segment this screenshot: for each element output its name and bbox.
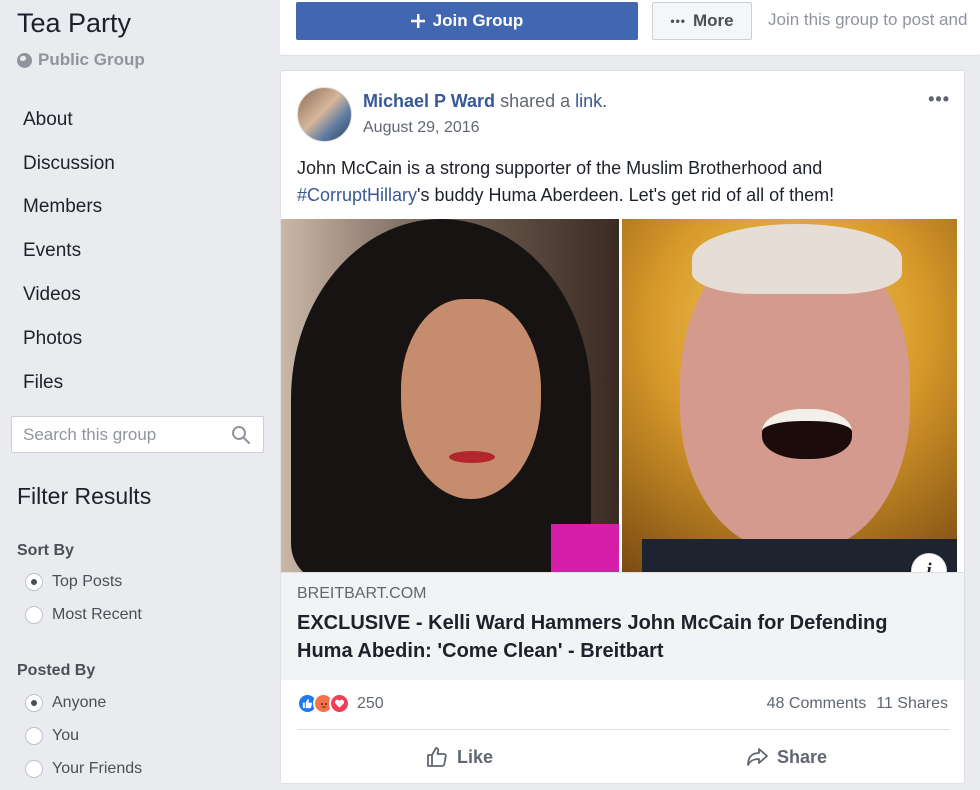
shared-link[interactable]: link. <box>575 91 607 111</box>
sidebar-item-discussion[interactable]: Discussion <box>23 142 115 186</box>
sidebar-item-members[interactable]: Members <box>23 186 115 230</box>
globe-icon <box>17 52 32 68</box>
divider <box>297 729 950 730</box>
more-label: More <box>692 11 734 30</box>
plus-icon <box>410 14 425 28</box>
group-title[interactable]: Tea Party <box>17 8 131 39</box>
group-sidebar: Tea Party Public Group About Discussion … <box>0 0 280 790</box>
join-group-button[interactable]: Join Group <box>296 2 638 40</box>
radio-unselected[interactable] <box>25 606 43 624</box>
radio-label: You <box>52 727 79 744</box>
post-action-text: shared a <box>500 91 571 111</box>
posted-by-label: Posted By <box>17 662 96 679</box>
like-button[interactable]: Like <box>425 741 493 773</box>
link-preview[interactable]: BREITBART.COM EXCLUSIVE - Kelli Ward Ham… <box>281 572 964 680</box>
group-search <box>11 416 264 453</box>
group-nav: About Discussion Members Events Videos P… <box>23 98 115 405</box>
post-text-part2: 's buddy Huma Aberdeen. Let's get rid of… <box>417 185 835 205</box>
post-header: Michael P Ward shared a link. <box>363 91 607 112</box>
posted-by-friends-option[interactable]: Your Friends <box>25 760 142 778</box>
sidebar-item-about[interactable]: About <box>23 98 115 142</box>
radio-selected[interactable] <box>25 694 43 712</box>
search-input[interactable] <box>23 424 223 445</box>
share-button[interactable]: Share <box>745 741 827 773</box>
sort-by-label: Sort By <box>17 542 74 559</box>
thumbs-up-icon <box>427 747 447 767</box>
join-group-label: Join Group <box>432 11 524 30</box>
share-label: Share <box>777 746 828 767</box>
photo-right <box>622 219 957 572</box>
link-domain: BREITBART.COM <box>297 585 427 602</box>
share-arrow-icon <box>747 748 768 766</box>
group-privacy-label: Public Group <box>38 50 145 69</box>
radio-label: Your Friends <box>52 760 143 777</box>
reactions-summary[interactable]: 250 <box>297 693 384 714</box>
photo-left <box>281 219 619 572</box>
sort-most-recent-option[interactable]: Most Recent <box>25 606 142 624</box>
filter-results-heading: Filter Results <box>17 483 152 509</box>
join-note: Join this group to post and <box>768 10 968 29</box>
feed-post: Michael P Ward shared a link. August 29,… <box>280 70 965 784</box>
radio-unselected[interactable] <box>25 760 43 778</box>
sort-top-posts-option[interactable]: Top Posts <box>25 573 122 591</box>
avatar[interactable] <box>297 87 352 142</box>
comments-count[interactable]: 48 Comments <box>767 695 867 713</box>
radio-label: Top Posts <box>52 573 123 590</box>
posted-by-anyone-option[interactable]: Anyone <box>25 694 106 712</box>
sidebar-item-files[interactable]: Files <box>23 361 115 405</box>
post-body: John McCain is a strong supporter of the… <box>297 155 947 209</box>
search-icon[interactable] <box>231 425 251 445</box>
post-author-link[interactable]: Michael P Ward <box>363 91 495 111</box>
link-preview-image[interactable] <box>281 219 957 572</box>
post-options-icon[interactable]: ••• <box>928 89 950 110</box>
more-button[interactable]: ••• More <box>652 2 752 40</box>
shares-count[interactable]: 11 Shares <box>876 695 948 713</box>
engagement-counts: 48 Comments 11 Shares <box>767 695 948 713</box>
group-action-bar: Join Group ••• More Join this group to p… <box>280 0 980 56</box>
radio-unselected[interactable] <box>25 727 43 745</box>
love-reaction-icon <box>329 693 350 714</box>
group-privacy: Public Group <box>17 50 145 70</box>
sidebar-item-events[interactable]: Events <box>23 229 115 273</box>
more-dots-icon: ••• <box>670 14 686 28</box>
link-title[interactable]: EXCLUSIVE - Kelli Ward Hammers John McCa… <box>297 609 897 665</box>
sidebar-item-videos[interactable]: Videos <box>23 273 115 317</box>
posted-by-you-option[interactable]: You <box>25 727 79 745</box>
radio-selected[interactable] <box>25 573 43 591</box>
reaction-count: 250 <box>357 694 384 712</box>
sidebar-item-photos[interactable]: Photos <box>23 317 115 361</box>
post-timestamp[interactable]: August 29, 2016 <box>363 119 480 137</box>
hashtag-link[interactable]: #CorruptHillary <box>297 185 417 205</box>
like-label: Like <box>457 746 494 767</box>
radio-label: Anyone <box>52 694 107 711</box>
post-text-part1: John McCain is a strong supporter of the… <box>297 158 823 178</box>
radio-label: Most Recent <box>52 606 142 623</box>
